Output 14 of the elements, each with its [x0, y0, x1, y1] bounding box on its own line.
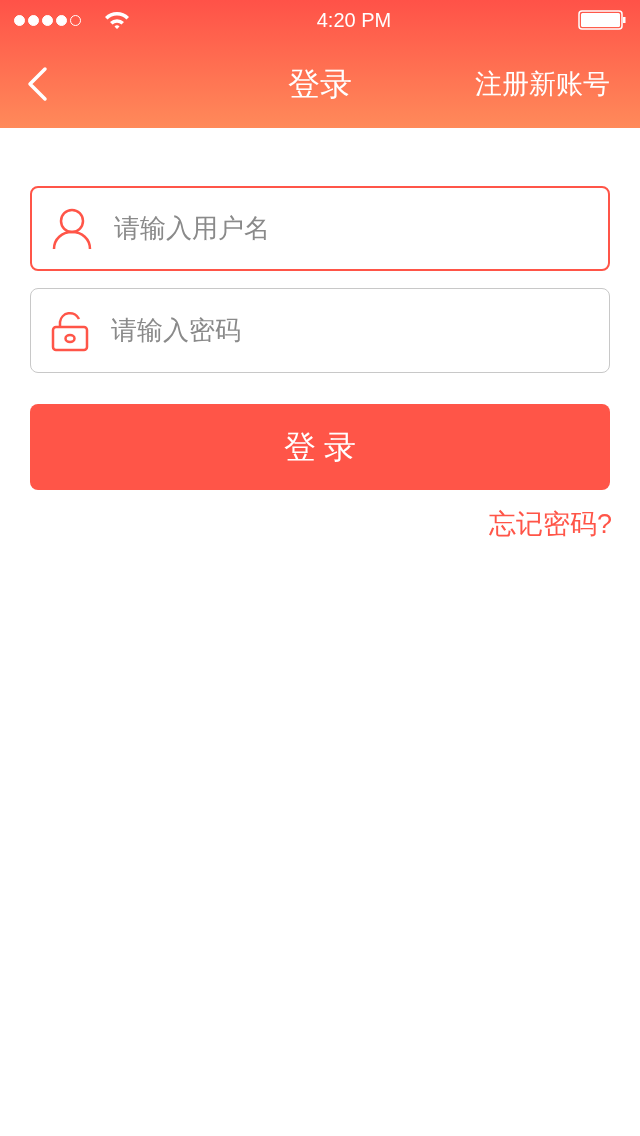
username-field[interactable]: 请输入用户名 — [112, 208, 588, 249]
forgot-password-link[interactable]: 忘记密码? — [488, 504, 612, 545]
register-link[interactable]: 注册新账号 — [475, 63, 610, 105]
password-field[interactable]: 请输入密码 — [109, 310, 589, 351]
user-icon — [52, 207, 92, 250]
back-icon[interactable] — [26, 66, 48, 102]
battery-icon — [578, 10, 626, 30]
username-input[interactable]: 请输入用户名 — [30, 186, 610, 271]
status-time: 4:20 PM — [316, 8, 392, 33]
page-title: 登录 — [288, 65, 352, 104]
login-button[interactable]: 登 录 — [30, 404, 610, 490]
unlocked-padlock-icon — [51, 309, 89, 352]
wifi-icon — [104, 10, 130, 30]
password-input[interactable]: 请输入密码 — [30, 288, 610, 373]
